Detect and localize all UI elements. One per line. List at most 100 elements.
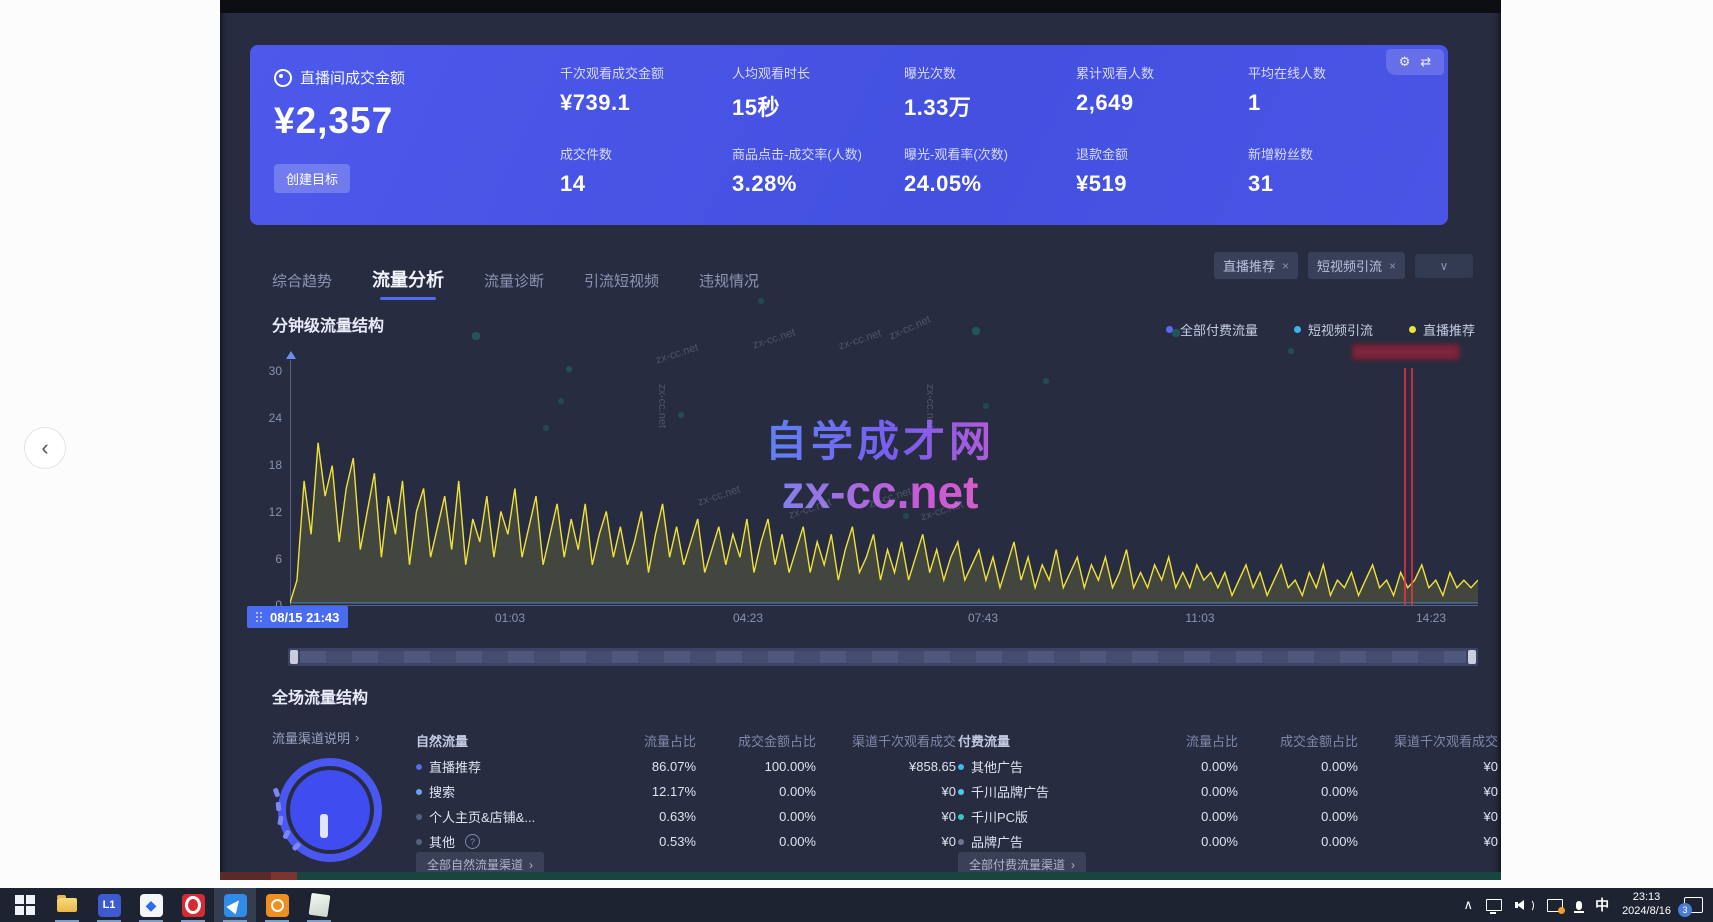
tab-traffic-diagnosis[interactable]: 流量诊断 [484,270,544,299]
chevron-right-icon: › [529,858,533,872]
channel-dot [416,764,422,770]
video-compression-artifacts [220,0,222,2]
x-tick: 14:23 [1416,611,1446,625]
x-tick: 01:03 [495,611,525,625]
metric-order-count: 成交件数14 [560,144,732,197]
y-axis-arrow [286,351,296,359]
kpi-main-value: ¥2,357 [274,100,564,142]
channel-dot [958,789,964,795]
range-handle-left[interactable] [290,650,298,664]
windows-taskbar: L1 ◆ ∧ 中 23:13 2024/8/16 3 [0,888,1713,922]
help-question-icon[interactable]: ? [465,834,480,849]
table-row: 千川PC版 0.00% 0.00% ¥0 [958,804,1498,829]
x-tick: 07:43 [968,611,998,625]
table-row: 搜索 12.17% 0.00% ¥0 [416,779,956,804]
start-button[interactable] [4,888,46,922]
legend-dot [1409,326,1416,333]
chevron-down-icon: ∨ [1440,259,1449,273]
previous-slide-button[interactable]: ‹ [24,427,66,469]
ime-language-toggle[interactable]: 中 [1595,895,1609,915]
traffic-donut-chart[interactable] [270,752,386,872]
app-notes-button[interactable] [298,888,340,922]
red-marker-line [1404,368,1406,605]
tab-traffic-analysis[interactable]: 流量分析 [372,266,444,300]
range-handle-right[interactable] [1468,650,1476,664]
channel-select-dropdown[interactable]: ∨ [1415,254,1473,278]
screenshot-tray-icon[interactable] [1547,899,1563,912]
y-tick: 24 [248,411,282,425]
session-traffic-title: 全场流量结构 [272,684,368,708]
table-row: 品牌广告 0.00% 0.00% ¥0 [958,829,1498,854]
system-tray: ∧ 中 23:13 2024/8/16 3 [1464,891,1713,919]
chart-start-time-badge[interactable]: 08/15 21:43 [247,606,348,628]
kpi-metrics-grid: 千次观看成交金额¥739.1 人均观看时长15秒 曝光次数1.33万 累计观看人… [560,63,1420,197]
table-header-row: 付费流量 流量占比 成交金额占比 渠道千次观看成交 [958,726,1498,754]
small-watermark: zx-cc.net [654,341,700,366]
metric-new-followers: 新增粉丝数31 [1248,144,1420,197]
tab-violations[interactable]: 违规情况 [699,270,759,299]
kpi-main-title-row: 直播间成交金额 [274,67,564,88]
legend-short-video[interactable]: 短视频引流 [1294,320,1373,339]
y-tick: 30 [248,364,282,378]
app-opera-button[interactable] [172,888,214,922]
small-watermark: zx-cc.net [887,314,932,343]
app-pointer-button[interactable] [214,888,256,922]
filter-tag-live-recommend[interactable]: 直播推荐× [1214,252,1298,279]
swap-metrics-icon[interactable]: ⇄ [1420,54,1431,70]
video-progress-strip[interactable] [220,872,1501,880]
target-pin-icon [274,69,292,87]
channel-dot [958,839,964,845]
donut-segment-tick [276,802,282,811]
legend-live-recommend[interactable]: 直播推荐 [1409,320,1475,339]
red-annotation-highlight [1352,344,1460,360]
capture-app-icon [266,894,289,917]
microphone-icon[interactable] [1576,901,1582,910]
channel-dot [416,789,422,795]
time-range-scrollbar[interactable] [288,648,1478,666]
y-tick: 12 [248,505,282,519]
video-top-bar [220,0,1501,13]
red-marker-line [1411,368,1413,605]
minute-traffic-title: 分钟级流量结构 [272,312,384,336]
tab-overall-trend[interactable]: 综合趋势 [272,270,332,299]
kpi-panel: ⚙ ⇄ 直播间成交金额 ¥2,357 创建目标 千次观看成交金额¥739.1 人… [250,45,1448,225]
metric-click-conversion: 商品点击-成交率(人数)3.28% [732,144,904,197]
traffic-line-chart-svg [290,368,1478,605]
network-monitor-icon[interactable] [1486,899,1502,911]
y-tick: 6 [248,552,282,566]
metric-avg-online: 平均在线人数1 [1248,63,1420,122]
speaker-icon[interactable] [1515,899,1534,912]
filter-tag-short-video[interactable]: 短视频引流× [1308,252,1405,279]
x-tick: 04:23 [733,611,763,625]
channel-explain-link[interactable]: 流量渠道说明› [272,728,359,747]
chevron-right-icon: › [1071,858,1075,872]
l1-app-icon: L1 [98,894,121,917]
app-capture-button[interactable] [256,888,298,922]
legend-paid-traffic[interactable]: 全部付费流量 [1166,320,1258,339]
channel-filter-bar: 直播推荐× 短视频引流× ∨ [1214,252,1473,279]
windows-logo-icon [15,895,35,915]
create-goal-button[interactable]: 创建目标 [274,164,350,193]
folder-icon [57,898,77,912]
notes-app-icon [308,893,330,917]
notification-count-badge: 3 [1678,903,1692,917]
channel-dot [416,814,422,820]
small-watermark: zx-cc.net [837,327,883,352]
tab-short-video[interactable]: 引流短视频 [584,270,659,299]
notification-center-icon[interactable]: 3 [1684,897,1703,913]
close-icon[interactable]: × [1389,259,1396,273]
paid-traffic-table: 付费流量 流量占比 成交金额占比 渠道千次观看成交 其他广告 0.00% 0.0… [958,726,1498,854]
table-row: 千川品牌广告 0.00% 0.00% ¥0 [958,779,1498,804]
file-explorer-button[interactable] [46,888,88,922]
taskbar-time: 23:13 [1622,891,1671,905]
small-watermark: zx-cc.net [751,326,797,351]
minute-traffic-chart[interactable] [290,368,1478,605]
table-row: 直播推荐 86.07% 100.00% ¥858.65 [416,754,956,779]
app-compass-button[interactable]: ◆ [130,888,172,922]
app-l1-button[interactable]: L1 [88,888,130,922]
metric-refund-amount: 退款金额¥519 [1076,144,1248,197]
taskbar-clock[interactable]: 23:13 2024/8/16 [1622,891,1671,919]
close-icon[interactable]: × [1282,259,1289,273]
tray-expand-chevron-icon[interactable]: ∧ [1464,897,1474,913]
donut-inner-label [320,814,328,838]
